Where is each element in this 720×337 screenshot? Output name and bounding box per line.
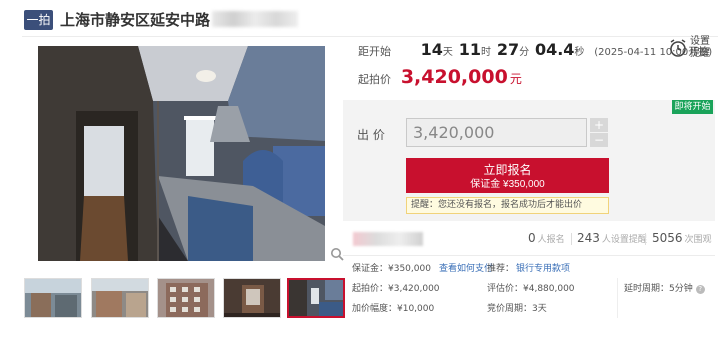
countdown-minutes-unit: 分 [519, 47, 530, 58]
countdown-label: 距开始 [358, 45, 391, 58]
countdown-hours: 11 [458, 40, 482, 59]
start-price-info: 起拍价：¥3,420,000 [352, 284, 440, 294]
property-address: 上海市静安区延安中路 [60, 11, 211, 29]
countdown-seconds: 04.4 [534, 40, 575, 59]
starting-price: 起拍价 3,420,000 元 [358, 66, 522, 88]
bank-payment-link[interactable]: 银行专用款项 [516, 264, 570, 274]
stats-divider [571, 233, 572, 245]
registered-number: 0 [528, 231, 536, 245]
deposit-info: 保证金：¥350,000 查看如何支付 [352, 261, 493, 274]
register-button[interactable]: 立即报名 保证金 ¥350,000 [406, 158, 609, 193]
views-count: 5056 次围观 [652, 231, 712, 245]
how-to-pay-link[interactable]: 查看如何支付 [439, 264, 493, 274]
magnifier-icon[interactable] [330, 247, 344, 261]
starting-price-value: 3,420,000 [400, 66, 508, 88]
register-deposit-label: 保证金 ¥350,000 [470, 178, 545, 190]
bid-amount-field[interactable]: 3,420,000 [406, 118, 587, 147]
appraisal-info: 评估价：¥4,880,000 [487, 284, 575, 294]
header-divider [22, 36, 718, 37]
stats-divider [645, 233, 646, 245]
delay-period-info: 延时周期：5分钟? [624, 281, 705, 294]
register-button-label: 立即报名 [483, 162, 532, 177]
set-reminder-button[interactable]: 设置 提醒 [664, 36, 718, 62]
increment-info: 加价幅度：¥10,000 [352, 304, 435, 314]
registration-notice: 提醒：您还没有报名，报名成功后才能出价 [406, 197, 609, 214]
main-photo[interactable] [38, 46, 325, 261]
countdown: 距开始 14天 11时 27分 04.4秒 (2025-04-11 10:00开… [358, 40, 712, 62]
countdown-minutes: 27 [496, 40, 520, 59]
thumbnail-3[interactable] [157, 278, 215, 318]
bid-increase-button[interactable]: + [590, 118, 608, 132]
thumbnail-2[interactable] [91, 278, 149, 318]
redacted-owner [353, 232, 423, 246]
registered-count: 0 人报名 [528, 231, 565, 245]
views-number: 5056 [652, 231, 683, 245]
bid-label: 出 价 [357, 128, 385, 142]
countdown-days: 14 [420, 40, 443, 59]
starting-price-unit: 元 [509, 72, 522, 86]
bidding-period-info: 竞价周期：3天 [487, 304, 547, 314]
registered-label: 人报名 [537, 235, 565, 245]
countdown-days-unit: 天 [442, 47, 453, 58]
recommend-info: 推荐： 银行专用款项 [487, 261, 570, 274]
reminder-label-line1: 设置 [690, 36, 710, 47]
reminder-count-label: 人设置提醒 [601, 235, 647, 245]
thumbnail-5-active[interactable] [287, 278, 345, 318]
reminder-count: 243 人设置提醒 [577, 231, 647, 245]
stats-row: 0 人报名 243 人设置提醒 5056 次围观 [343, 222, 715, 256]
views-label: 次围观 [684, 235, 712, 245]
recommend-label: 推荐： [487, 264, 515, 274]
question-icon[interactable]: ? [695, 285, 705, 294]
bid-decrease-button[interactable]: − [590, 133, 608, 147]
countdown-hours-unit: 时 [481, 47, 492, 58]
reminder-label-line2: 提醒 [690, 48, 710, 59]
countdown-seconds-unit: 秒 [574, 47, 585, 58]
status-badge: 即将开始 [672, 100, 713, 114]
page-header: 一拍 上海市静安区延安中路 [0, 0, 720, 40]
auction-type-badge: 一拍 [24, 10, 53, 30]
delay-period-text: 延时周期：5分钟 [624, 284, 693, 294]
thumbnail-1[interactable] [24, 278, 82, 318]
info-divider [617, 278, 618, 318]
reminder-number: 243 [577, 231, 600, 245]
alarm-clock-icon [670, 39, 686, 57]
page-title: 上海市静安区延安中路 [60, 8, 299, 32]
thumbnail-4[interactable] [223, 278, 281, 318]
redacted-address [212, 11, 299, 27]
deposit-text: 保证金：¥350,000 [352, 264, 431, 274]
starting-price-label: 起拍价 [358, 73, 391, 86]
